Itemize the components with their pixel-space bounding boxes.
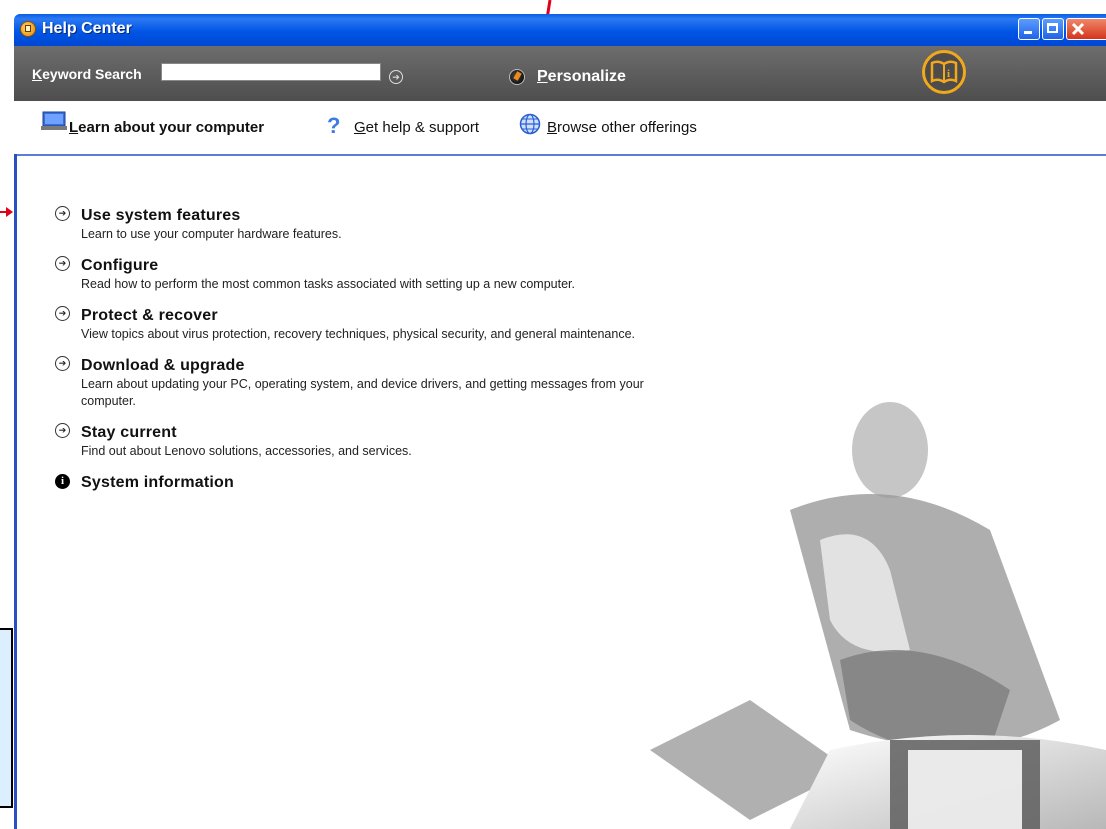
info-icon: i (55, 474, 70, 489)
annotation-pointer-icon (0, 207, 13, 217)
topics-list: ➔ Use system features Learn to use your … (55, 206, 755, 506)
topic-title[interactable]: Use system features (81, 206, 755, 226)
topic-system-information[interactable]: i System information (55, 473, 755, 493)
close-icon (1071, 22, 1085, 36)
topic-title[interactable]: Download & upgrade (81, 356, 755, 376)
keyword-search-label: Keyword Search (32, 66, 142, 82)
topic-description: View topics about virus protection, reco… (81, 327, 636, 341)
topic-description: Learn to use your computer hardware feat… (81, 227, 342, 241)
keyword-search-input[interactable] (161, 63, 381, 81)
globe-icon (519, 113, 541, 135)
arrow-circle-icon: ➔ (55, 256, 70, 271)
minimize-button[interactable] (1018, 18, 1040, 40)
personalize-link[interactable]: Personalize (537, 68, 626, 86)
arrow-circle-icon: ➔ (55, 206, 70, 221)
arrow-circle-icon: ➔ (55, 356, 70, 371)
nav-learn-about-computer[interactable]: Learn about your computer (69, 119, 264, 136)
topic-protect-recover[interactable]: ➔ Protect & recover View topics about vi… (55, 306, 755, 343)
topic-configure[interactable]: ➔ Configure Read how to perform the most… (55, 256, 755, 293)
search-toolbar: Keyword Search ➔ Personalize i (14, 46, 1106, 101)
topic-use-system-features[interactable]: ➔ Use system features Learn to use your … (55, 206, 755, 243)
close-button[interactable] (1066, 18, 1106, 40)
left-border (14, 154, 17, 829)
annotation-callout (0, 628, 13, 808)
window-title: Help Center (42, 20, 132, 37)
search-go-icon[interactable]: ➔ (389, 70, 403, 84)
topic-description: Learn about updating your PC, operating … (81, 377, 644, 408)
svg-text:i: i (947, 68, 950, 80)
arrow-circle-icon: ➔ (55, 423, 70, 438)
laptop-icon (41, 111, 67, 130)
navigation-bar: Learn about your computer ? Get help & s… (14, 101, 1106, 156)
help-center-icon (20, 21, 36, 37)
topic-title[interactable]: System information (81, 473, 755, 493)
topic-description: Read how to perform the most common task… (81, 277, 575, 291)
personalize-icon[interactable] (509, 69, 525, 85)
topic-title[interactable]: Configure (81, 256, 755, 276)
title-bar: Help Center (14, 14, 1106, 46)
nav-get-help-support[interactable]: Get help & support (354, 119, 479, 136)
book-info-icon: i (922, 50, 966, 94)
topic-stay-current[interactable]: ➔ Stay current Find out about Lenovo sol… (55, 423, 755, 460)
arrow-circle-icon: ➔ (55, 306, 70, 321)
maximize-button[interactable] (1042, 18, 1064, 40)
topic-title[interactable]: Stay current (81, 423, 755, 443)
nav-browse-offerings[interactable]: Browse other offerings (547, 119, 697, 136)
topic-title[interactable]: Protect & recover (81, 306, 755, 326)
topic-description: Find out about Lenovo solutions, accesso… (81, 444, 412, 458)
topic-download-upgrade[interactable]: ➔ Download & upgrade Learn about updatin… (55, 356, 755, 410)
question-icon: ? (327, 113, 341, 138)
